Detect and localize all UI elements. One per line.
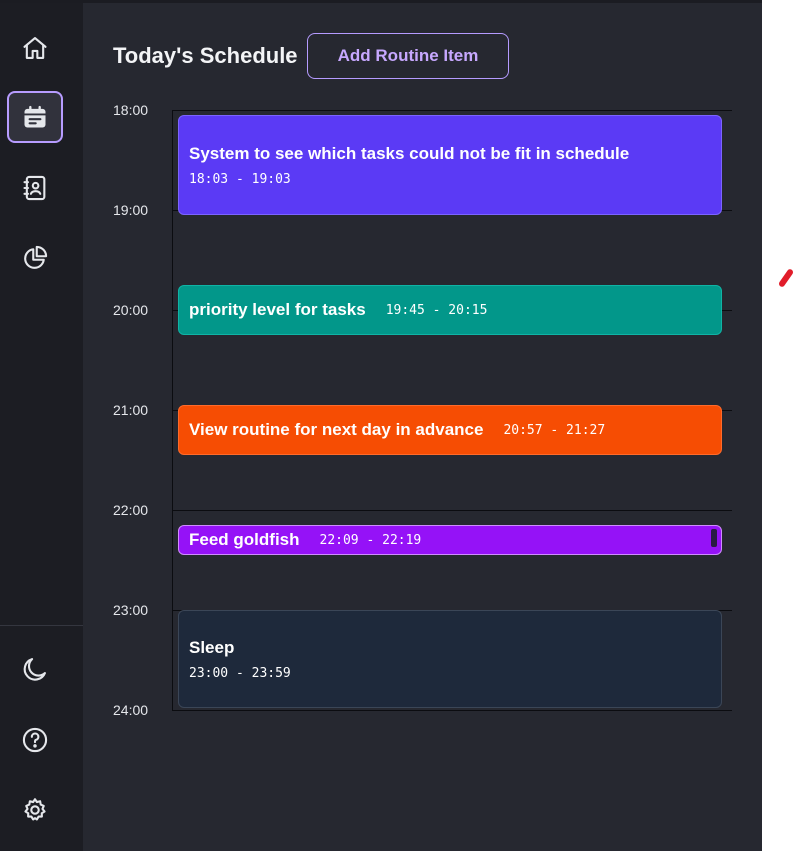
hour-label: 23:00 [113,602,149,618]
sidebar-item-home[interactable] [7,22,63,74]
hour-label: 21:00 [113,402,149,418]
hour-label: 20:00 [113,302,149,318]
event-title: Feed goldfish [189,530,300,549]
event-title: System to see which tasks could not be f… [189,143,630,163]
resize-handle[interactable] [711,529,717,547]
sidebar [0,3,83,851]
hour-label: 22:00 [113,502,149,518]
sidebar-item-contacts[interactable] [7,162,63,214]
event-time: 18:03 - 19:03 [189,171,291,187]
schedule-event[interactable]: System to see which tasks could not be f… [178,115,722,215]
app-window: Today's Schedule Add Routine Item 18:00 … [0,0,762,851]
red-pen-mark [777,268,795,288]
event-time: 20:57 - 21:27 [503,422,606,438]
hour-label: 24:00 [113,702,149,718]
event-title: Sleep [189,637,235,657]
help-button[interactable] [7,714,63,766]
event-title: priority level for tasks [189,300,366,319]
event-time: 19:45 - 20:15 [385,302,488,318]
schedule-event[interactable]: Feed goldfish 22:09 - 22:19 [178,525,722,555]
calendar-icon [24,105,46,128]
add-routine-item-button[interactable]: Add Routine Item [307,33,509,79]
pie-chart-icon [24,245,48,269]
sidebar-divider [0,625,83,626]
hour-label: 19:00 [113,202,149,218]
hour-gridline [172,710,732,711]
schedule-event[interactable]: View routine for next day in advance 20:… [178,405,722,455]
schedule-event[interactable]: Sleep 23:00 - 23:59 [178,610,722,708]
sidebar-item-schedule[interactable] [7,91,63,143]
schedule-event[interactable]: priority level for tasks 19:45 - 20:15 [178,285,722,335]
event-title: View routine for next day in advance [189,420,484,439]
settings-gear-icon [24,798,46,821]
hour-gridline [172,110,732,111]
help-circle-icon [22,727,48,753]
hour-label: 18:00 [113,102,149,118]
settings-button[interactable] [7,784,63,836]
event-time: 23:00 - 23:59 [189,665,291,681]
home-icon [23,37,47,59]
hour-gridline [172,510,732,511]
event-time: 22:09 - 22:19 [319,532,422,548]
moon-icon [23,658,46,681]
sidebar-item-analytics[interactable] [7,232,63,284]
page-title: Today's Schedule [113,43,298,68]
schedule-panel: Today's Schedule Add Routine Item 18:00 … [83,3,762,851]
theme-toggle-button[interactable] [7,643,63,695]
contacts-book-icon [23,175,46,201]
